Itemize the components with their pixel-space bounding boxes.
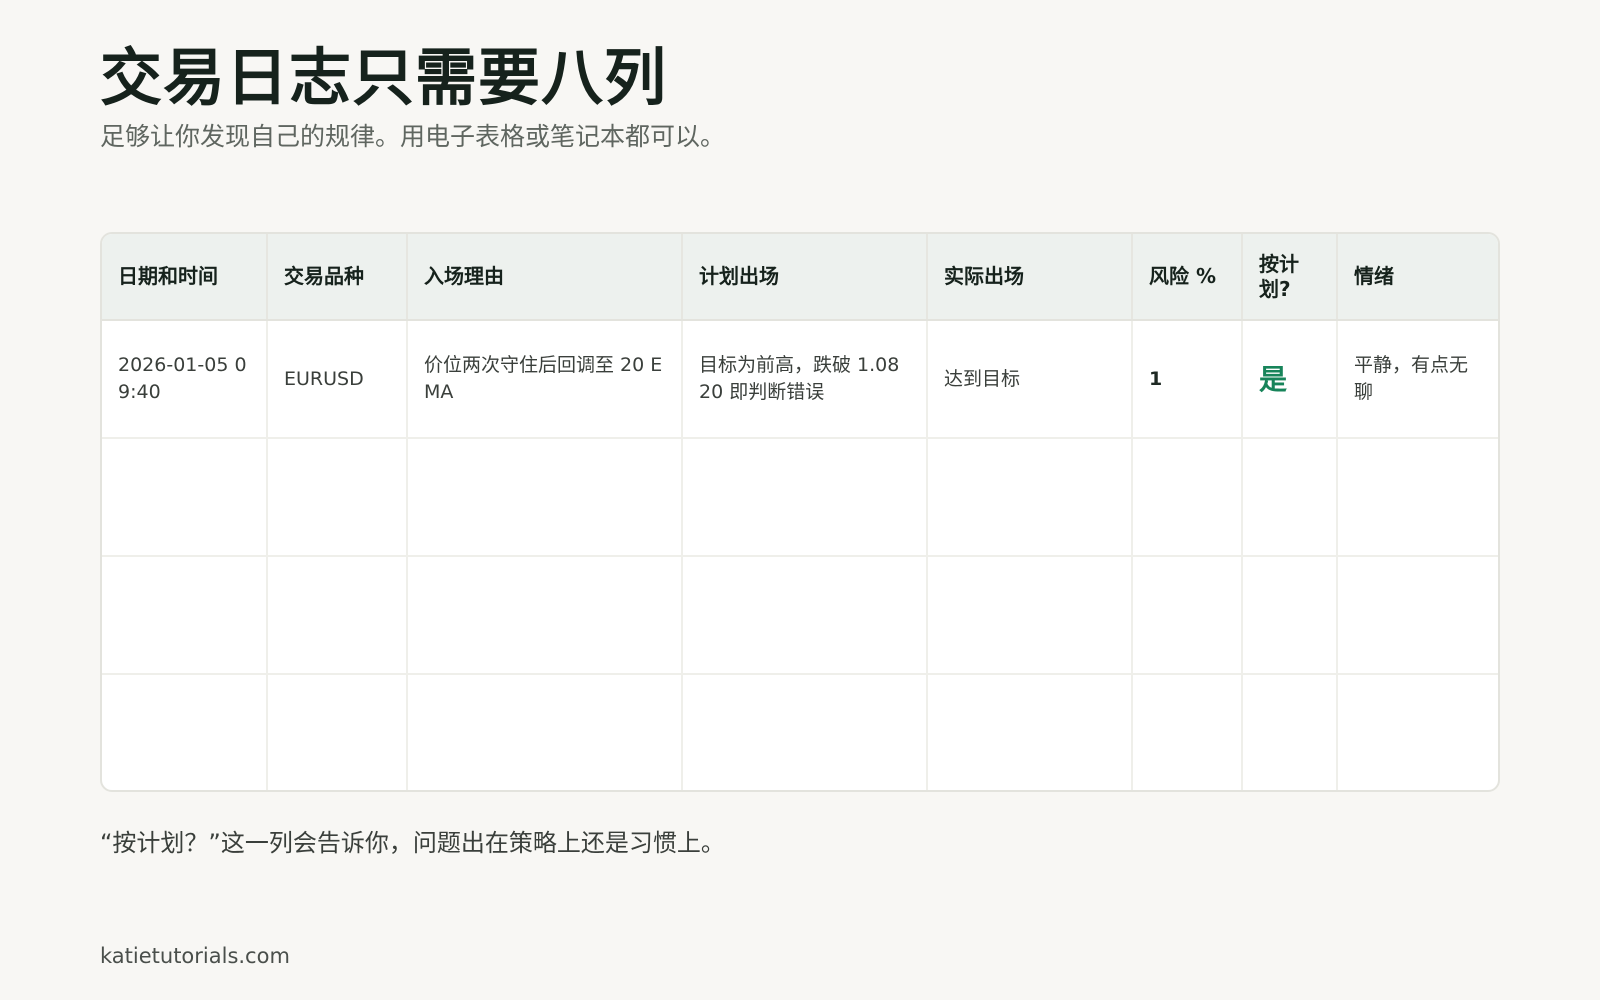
cell-emotion bbox=[1337, 674, 1498, 790]
header-followed-plan: 按计划? bbox=[1242, 234, 1338, 321]
header-emotion: 情绪 bbox=[1337, 234, 1498, 321]
cell-actual-exit: 达到目标 bbox=[927, 320, 1133, 439]
header-entry-reason: 入场理由 bbox=[407, 234, 683, 321]
cell-emotion bbox=[1337, 556, 1498, 675]
cell-followed-plan bbox=[1242, 674, 1338, 790]
cell-instrument bbox=[267, 674, 408, 790]
cell-datetime bbox=[102, 674, 268, 790]
cell-actual-exit bbox=[927, 556, 1133, 675]
cell-actual-exit bbox=[927, 674, 1133, 790]
cell-instrument bbox=[267, 556, 408, 675]
cell-planned-exit: 目标为前高，跌破 1.0820 即判断错误 bbox=[682, 320, 928, 439]
cell-datetime bbox=[102, 556, 268, 675]
header-instrument: 交易品种 bbox=[267, 234, 408, 321]
cell-followed-plan: 是 bbox=[1242, 320, 1338, 439]
cell-datetime bbox=[102, 438, 268, 557]
header-datetime: 日期和时间 bbox=[102, 234, 268, 321]
cell-entry-reason bbox=[407, 674, 683, 790]
footnote: “按计划？”这一列会告诉你，问题出在策略上还是习惯上。 bbox=[100, 829, 725, 857]
page: 交易日志只需要八列 足够让你发现自己的规律。用电子表格或笔记本都可以。 日期和时… bbox=[0, 0, 1600, 1000]
header-risk-percent: 风险 % bbox=[1132, 234, 1243, 321]
cell-risk-percent bbox=[1132, 674, 1243, 790]
cell-risk-percent: 1 bbox=[1132, 320, 1243, 439]
cell-followed-plan bbox=[1242, 556, 1338, 675]
table-row bbox=[102, 438, 1498, 557]
table-row bbox=[102, 674, 1498, 790]
cell-emotion: 平静，有点无聊 bbox=[1337, 320, 1498, 439]
cell-risk-percent bbox=[1132, 556, 1243, 675]
page-title: 交易日志只需要八列 bbox=[100, 41, 668, 114]
cell-planned-exit bbox=[682, 438, 928, 557]
cell-risk-percent bbox=[1132, 438, 1243, 557]
cell-planned-exit bbox=[682, 674, 928, 790]
header-actual-exit: 实际出场 bbox=[927, 234, 1133, 321]
cell-entry-reason bbox=[407, 438, 683, 557]
cell-actual-exit bbox=[927, 438, 1133, 557]
cell-followed-plan bbox=[1242, 438, 1338, 557]
cell-entry-reason bbox=[407, 556, 683, 675]
table-header-row: 日期和时间 交易品种 入场理由 计划出场 实际出场 风险 % 按计划? 情绪 bbox=[102, 234, 1498, 321]
cell-planned-exit bbox=[682, 556, 928, 675]
cell-instrument: EURUSD bbox=[267, 320, 408, 439]
site-link[interactable]: katietutorials.com bbox=[100, 942, 290, 970]
table-row bbox=[102, 556, 1498, 675]
table-row: 2026-01-05 09:40 EURUSD 价位两次守住后回调至 20 EM… bbox=[102, 320, 1498, 439]
cell-instrument bbox=[267, 438, 408, 557]
cell-datetime: 2026-01-05 09:40 bbox=[102, 320, 268, 439]
cell-entry-reason: 价位两次守住后回调至 20 EMA bbox=[407, 320, 683, 439]
page-subtitle: 足够让你发现自己的规律。用电子表格或笔记本都可以。 bbox=[100, 122, 726, 151]
header-planned-exit: 计划出场 bbox=[682, 234, 928, 321]
trade-journal-table: 日期和时间 交易品种 入场理由 计划出场 实际出场 风险 % 按计划? 情绪 2… bbox=[100, 232, 1500, 792]
cell-emotion bbox=[1337, 438, 1498, 557]
